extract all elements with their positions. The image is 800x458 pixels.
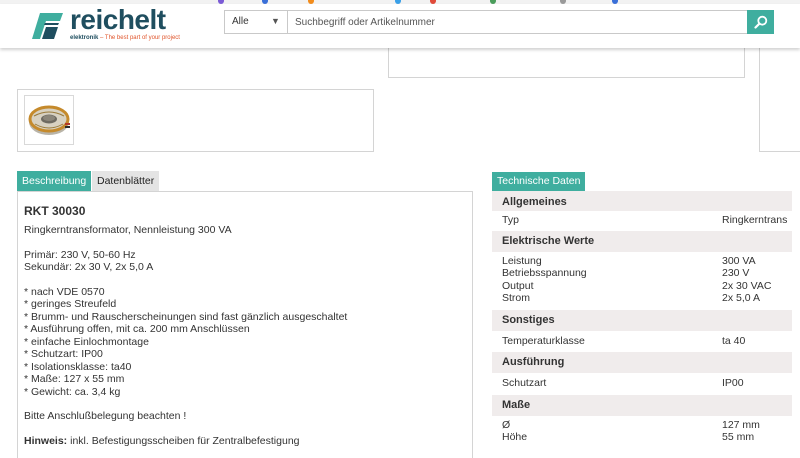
product-gallery <box>17 89 374 152</box>
section-heading-electrical: Elektrische Werte <box>492 230 792 252</box>
feature-item: * einfache Einlochmontage <box>24 335 149 348</box>
search-icon <box>753 15 767 29</box>
product-title: RKT 30030 <box>24 204 86 218</box>
spec-value: IP00 <box>722 377 744 389</box>
spec-key: Typ <box>502 214 519 226</box>
spec-row: Höhe 55 mm <box>492 431 792 444</box>
product-thumbnail[interactable] <box>24 95 74 145</box>
product-subtitle: Ringkerntransformator, Nennleistung 300 … <box>24 224 232 236</box>
feature-item: * Isolationsklasse: ta40 <box>24 360 132 373</box>
spec-value: 127 mm <box>722 418 760 431</box>
section-heading-design: Ausführung <box>492 352 792 373</box>
spec-value: 2x 5,0 A <box>722 292 760 304</box>
spec-value: Ringkerntrans <box>722 214 788 226</box>
logo-tagline: elektronik – The best part of your proje… <box>70 35 180 41</box>
spec-row: Ø 127 mm <box>492 419 792 432</box>
feature-item: * geringes Streufeld <box>24 298 117 310</box>
spec-primary: Primär: 230 V, 50-60 Hz <box>24 248 136 261</box>
tab-technical-data[interactable]: Technische Daten <box>492 172 586 191</box>
toroidal-transformer-image <box>28 105 70 135</box>
reichelt-logo-icon <box>30 9 66 43</box>
technical-data-panel: Allgemeines Typ Ringkerntrans Elektrische… <box>492 191 792 458</box>
search-bar: Alle ▼ <box>224 10 774 34</box>
spec-row: Leistung 300 VA <box>492 255 792 268</box>
spec-row: Temperaturklasse ta 40 <box>492 335 792 348</box>
feature-item: * Gewicht: ca. 3,4 kg <box>24 385 121 398</box>
spec-row: Output 2x 30 VAC <box>492 280 792 293</box>
reichelt-logo[interactable]: reichelt elektronik – The best part of y… <box>30 4 210 47</box>
spec-key: Output <box>502 279 534 292</box>
spec-key: Höhe <box>502 431 528 443</box>
logo-sub-tagline: – The best part of your project <box>100 35 180 41</box>
spec-secondary: Sekundär: 2x 30 V, 2x 5,0 A <box>24 261 154 273</box>
hint-line: Hinweis: inkl. Befestigungsscheiben für … <box>24 435 466 448</box>
search-input[interactable] <box>289 11 747 33</box>
spec-key: Strom <box>502 292 531 304</box>
feature-item: * Maße: 127 x 55 mm <box>24 373 125 385</box>
spec-row: Schutzart IP00 <box>492 377 792 390</box>
section-heading-general: Allgemeines <box>492 191 792 211</box>
search-category-select[interactable]: Alle ▼ <box>225 11 288 33</box>
site-header: reichelt elektronik – The best part of y… <box>0 4 800 48</box>
search-button[interactable] <box>747 10 774 34</box>
spec-key: Leistung <box>502 254 542 267</box>
spec-row: Typ Ringkerntrans <box>492 214 792 227</box>
feature-item: * Brumm- und Rauscherscheinungen sind fa… <box>24 310 348 323</box>
logo-sub-brand: elektronik <box>70 35 99 41</box>
tab-description[interactable]: Beschreibung <box>17 171 92 191</box>
spec-key: Schutzart <box>502 377 547 389</box>
spec-key: Ø <box>502 418 511 431</box>
feature-item: * nach VDE 0570 <box>24 285 105 298</box>
spec-value: ta 40 <box>722 334 746 347</box>
spec-row: Betriebsspannung 230 V <box>492 267 792 280</box>
spec-row: Strom 2x 5,0 A <box>492 292 792 305</box>
feature-item: * Schutzart: IP00 <box>24 348 103 360</box>
tab-datasheets[interactable]: Datenblätter <box>92 171 160 191</box>
hint-text: inkl. Befestigungsscheiben für Zentralbe… <box>67 434 300 447</box>
hint-label: Hinweis: <box>24 434 68 447</box>
search-category-label: Alle <box>232 16 249 27</box>
side-panel-box <box>759 40 800 152</box>
spec-key: Betriebsspannung <box>502 267 587 279</box>
dropdown-arrow-icon: ▼ <box>271 16 280 26</box>
spec-key: Temperaturklasse <box>502 334 585 347</box>
feature-item: * Ausführung offen, mit ca. 200 mm Ansch… <box>24 323 250 335</box>
connection-note: Bitte Anschlußbelegung beachten ! <box>24 410 187 422</box>
logo-wordmark: reichelt <box>70 4 166 35</box>
spec-value: 2x 30 VAC <box>722 279 772 292</box>
description-panel: RKT 30030 Ringkerntransformator, Nennlei… <box>17 191 473 458</box>
spec-value: 55 mm <box>722 431 755 443</box>
section-heading-dimensions: Maße <box>492 394 792 416</box>
spec-value: 300 VA <box>722 254 756 267</box>
section-heading-misc: Sonstiges <box>492 309 792 331</box>
spec-value: 230 V <box>722 267 750 279</box>
